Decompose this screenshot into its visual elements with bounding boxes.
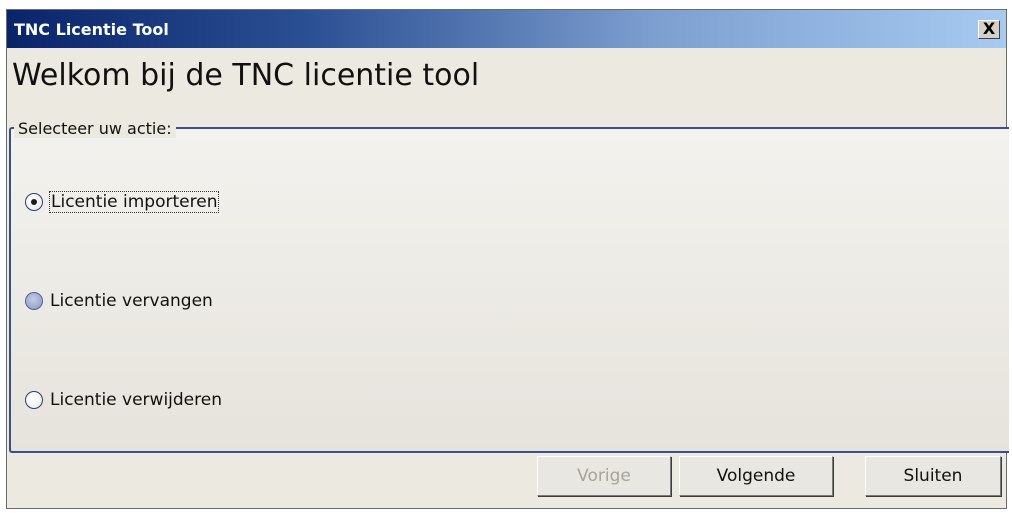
next-button[interactable]: Volgende [679, 456, 833, 496]
radio-option-importeren[interactable]: Licentie importeren [25, 191, 220, 213]
title-bar[interactable]: TNC Licentie Tool X [7, 10, 1006, 48]
close-icon: X [982, 19, 996, 38]
radio-option-verwijderen[interactable]: Licentie verwijderen [25, 389, 222, 411]
radio-label-importeren[interactable]: Licentie importeren [48, 191, 220, 213]
close-button[interactable]: Sluiten [865, 456, 1001, 496]
radio-button-vervangen[interactable] [25, 292, 43, 310]
close-window-button[interactable]: X [978, 20, 1000, 39]
radio-option-vervangen[interactable]: Licentie vervangen [25, 290, 213, 312]
radio-button-verwijderen[interactable] [25, 391, 43, 409]
welcome-heading: Welkom bij de TNC licentie tool [12, 58, 480, 93]
window-title: TNC Licentie Tool [14, 20, 169, 39]
groupbox-legend: Selecteer uw actie: [14, 119, 176, 138]
radio-label-verwijderen[interactable]: Licentie verwijderen [50, 390, 222, 410]
radio-button-importeren[interactable] [25, 193, 43, 211]
radio-selected-dot [31, 199, 37, 205]
previous-button[interactable]: Vorige [537, 456, 671, 496]
radio-label-vervangen[interactable]: Licentie vervangen [50, 291, 213, 311]
